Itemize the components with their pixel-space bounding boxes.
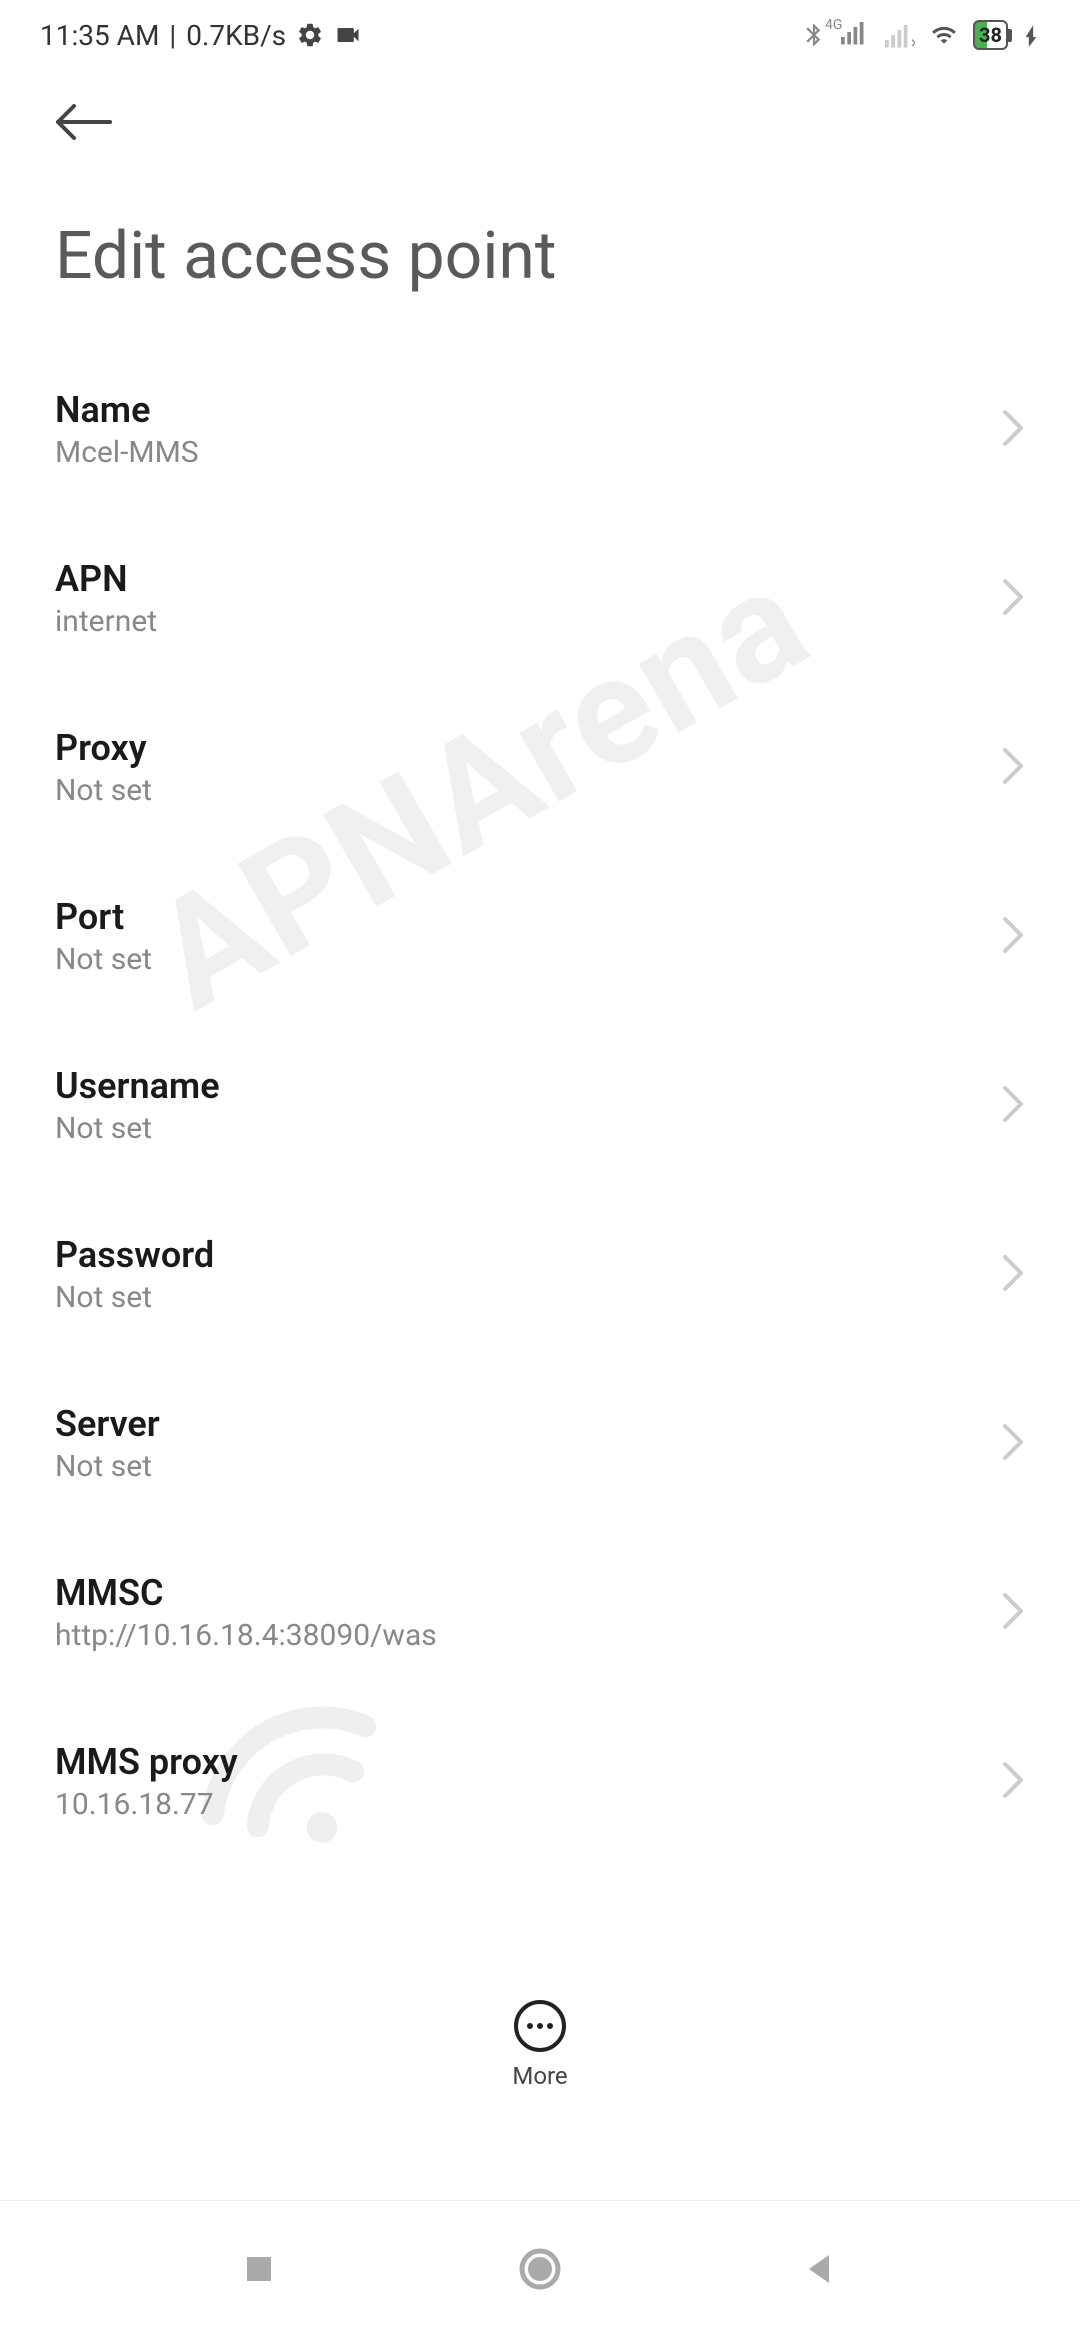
charging-icon bbox=[1022, 22, 1040, 48]
status-separator: | bbox=[169, 19, 176, 52]
more-icon bbox=[514, 2000, 566, 2052]
bluetooth-icon bbox=[801, 22, 827, 48]
setting-label: Port bbox=[55, 896, 152, 938]
setting-mms-proxy[interactable]: MMS proxy 10.16.18.77 bbox=[55, 1697, 1025, 1866]
page-title: Edit access point bbox=[0, 158, 1080, 345]
setting-label: Proxy bbox=[55, 727, 152, 769]
wifi-icon bbox=[929, 22, 959, 48]
nav-back-button[interactable] bbox=[801, 2249, 841, 2293]
more-menu-button[interactable]: More bbox=[0, 2000, 1080, 2090]
status-bar: 11:35 AM | 0.7KB/s 4G ✕ bbox=[0, 0, 1080, 70]
setting-label: MMS proxy bbox=[55, 1741, 238, 1783]
setting-name[interactable]: Name Mcel-MMS bbox=[55, 345, 1025, 514]
nav-home-button[interactable] bbox=[516, 2245, 564, 2297]
setting-value: internet bbox=[55, 604, 157, 639]
setting-label: Server bbox=[55, 1403, 160, 1445]
setting-port[interactable]: Port Not set bbox=[55, 852, 1025, 1021]
chevron-right-icon bbox=[1001, 1760, 1025, 1804]
header-bar bbox=[0, 70, 1080, 158]
setting-server[interactable]: Server Not set bbox=[55, 1359, 1025, 1528]
nav-recent-button[interactable] bbox=[239, 2249, 279, 2293]
setting-username[interactable]: Username Not set bbox=[55, 1021, 1025, 1190]
setting-apn[interactable]: APN internet bbox=[55, 514, 1025, 683]
back-button[interactable] bbox=[50, 100, 114, 148]
chevron-right-icon bbox=[1001, 1253, 1025, 1297]
setting-value: Mcel-MMS bbox=[55, 435, 199, 470]
navigation-bar bbox=[0, 2200, 1080, 2340]
chevron-right-icon bbox=[1001, 1084, 1025, 1128]
setting-value: Not set bbox=[55, 942, 152, 977]
settings-list: Name Mcel-MMS APN internet Proxy Not set bbox=[0, 345, 1080, 1866]
setting-label: Name bbox=[55, 389, 199, 431]
setting-label: Password bbox=[55, 1234, 214, 1276]
arrow-left-icon bbox=[50, 100, 114, 144]
battery-icon: 38 bbox=[973, 20, 1008, 50]
setting-label: MMSC bbox=[55, 1572, 437, 1614]
chevron-right-icon bbox=[1001, 1591, 1025, 1635]
camera-icon bbox=[334, 21, 362, 49]
status-bar-left: 11:35 AM | 0.7KB/s bbox=[40, 19, 362, 52]
svg-text:✕: ✕ bbox=[910, 37, 915, 49]
chevron-right-icon bbox=[1001, 577, 1025, 621]
status-time: 11:35 AM bbox=[40, 19, 159, 52]
setting-label: APN bbox=[55, 558, 157, 600]
signal-4g-icon: 4G bbox=[841, 19, 871, 52]
status-data-rate: 0.7KB/s bbox=[186, 19, 286, 52]
setting-value: Not set bbox=[55, 1280, 214, 1315]
status-bar-right: 4G ✕ 38 bbox=[801, 19, 1040, 52]
chevron-right-icon bbox=[1001, 1422, 1025, 1466]
setting-value: 10.16.18.77 bbox=[55, 1787, 238, 1822]
setting-value: Not set bbox=[55, 773, 152, 808]
more-label: More bbox=[512, 2062, 567, 2090]
setting-value: http://10.16.18.4:38090/was bbox=[55, 1618, 437, 1653]
setting-label: Username bbox=[55, 1065, 220, 1107]
setting-value: Not set bbox=[55, 1449, 160, 1484]
setting-proxy[interactable]: Proxy Not set bbox=[55, 683, 1025, 852]
chevron-right-icon bbox=[1001, 408, 1025, 452]
setting-value: Not set bbox=[55, 1111, 220, 1146]
gear-icon bbox=[296, 21, 324, 49]
chevron-right-icon bbox=[1001, 746, 1025, 790]
chevron-right-icon bbox=[1001, 915, 1025, 959]
setting-mmsc[interactable]: MMSC http://10.16.18.4:38090/was bbox=[55, 1528, 1025, 1697]
signal-nosim-icon: ✕ bbox=[885, 22, 915, 48]
setting-password[interactable]: Password Not set bbox=[55, 1190, 1025, 1359]
